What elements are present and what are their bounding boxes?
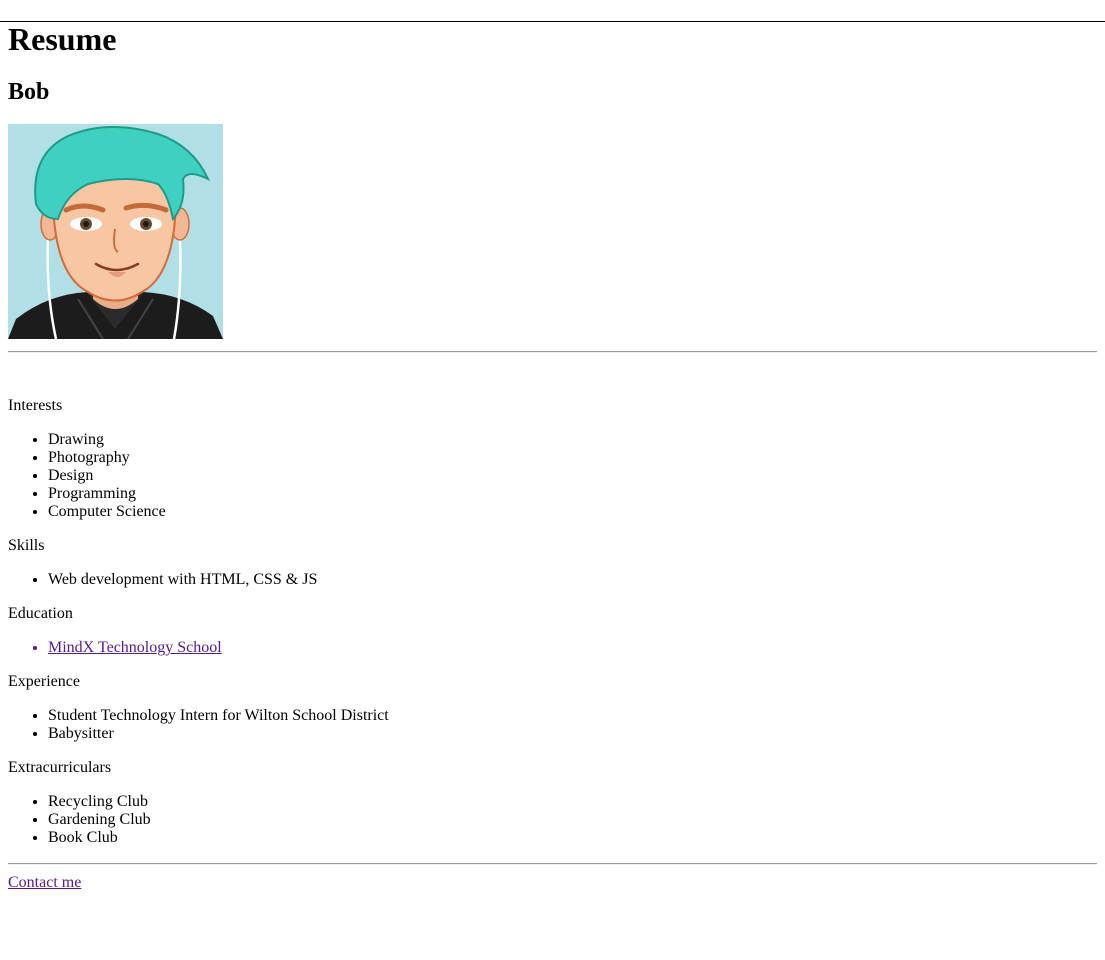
page-title: Resume bbox=[8, 21, 117, 57]
interests-list: Drawing Photography Design Programming C… bbox=[8, 431, 1097, 521]
list-item: Photography bbox=[48, 449, 1097, 467]
list-item: Drawing bbox=[48, 431, 1097, 449]
resume-page: Resume Bob Interests • Drawing • Photogr… bbox=[0, 21, 1105, 892]
top-border bbox=[0, 21, 1105, 22]
list-item: Programming bbox=[48, 485, 1097, 503]
contact-me-link[interactable]: Contact me bbox=[8, 874, 81, 891]
list-item: Computer Science bbox=[48, 503, 1097, 521]
education-link[interactable]: MindX Technology School bbox=[48, 639, 222, 656]
section-title-interests: Interests bbox=[8, 397, 63, 414]
section-title-extracurriculars: Extracurriculars bbox=[8, 759, 112, 776]
list-item: MindX Technology School bbox=[48, 639, 1097, 657]
list-item: Student Technology Intern for Wilton Sch… bbox=[48, 707, 1097, 725]
skills-list: Web development with HTML, CSS & JS bbox=[8, 571, 1097, 589]
cartoon-avatar-icon bbox=[8, 124, 223, 339]
education-list: MindX Technology School bbox=[8, 639, 1097, 657]
divider-bottom bbox=[8, 863, 1097, 865]
extracurriculars-list: Recycling Club Gardening Club Book Club bbox=[8, 793, 1097, 847]
section-title-skills: Skills bbox=[8, 537, 45, 554]
list-item: Book Club bbox=[48, 829, 1097, 847]
avatar bbox=[8, 124, 223, 339]
experience-list: Student Technology Intern for Wilton Sch… bbox=[8, 707, 1097, 743]
person-name: Bob bbox=[8, 79, 50, 105]
section-title-education: Education bbox=[8, 605, 73, 622]
list-item: Web development with HTML, CSS & JS bbox=[48, 571, 1097, 589]
list-item: Recycling Club bbox=[48, 793, 1097, 811]
list-item: Gardening Club bbox=[48, 811, 1097, 829]
list-item: Design bbox=[48, 467, 1097, 485]
footer: Contact me bbox=[8, 874, 1097, 892]
list-item: Babysitter bbox=[48, 725, 1097, 743]
section-title-experience: Experience bbox=[8, 673, 80, 690]
